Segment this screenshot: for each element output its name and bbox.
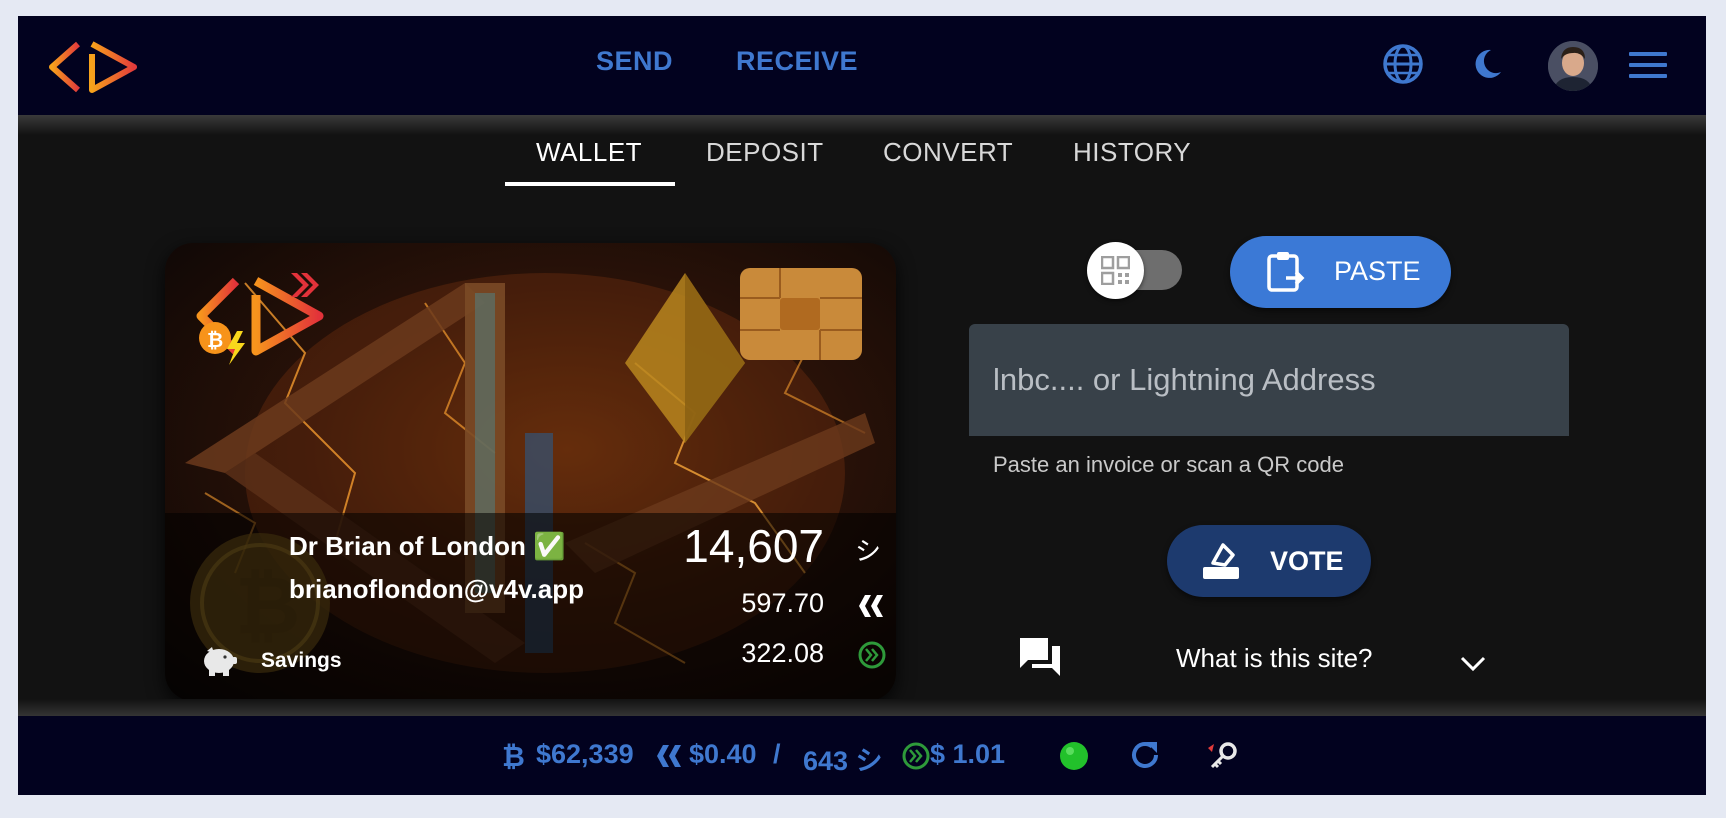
- faq-question[interactable]: What is this site?: [1176, 643, 1373, 674]
- savings-piggy-bank-icon[interactable]: [201, 643, 237, 677]
- forum-icon: [1020, 638, 1060, 676]
- savings-label[interactable]: Savings: [261, 649, 342, 673]
- hive-price-icon: [657, 745, 681, 767]
- app-bar: SEND RECEIVE: [18, 16, 1706, 115]
- status-indicator-icon: [1060, 742, 1088, 770]
- hive-keychain-icon[interactable]: [1206, 742, 1238, 770]
- hbd-price-icon: [902, 742, 930, 770]
- receive-nav-link[interactable]: RECEIVE: [736, 46, 858, 77]
- v4v-logo-icon[interactable]: [46, 38, 140, 96]
- send-nav-link[interactable]: SEND: [596, 46, 673, 77]
- qr-scan-toggle[interactable]: [1087, 242, 1144, 299]
- vote-button[interactable]: VOTE: [1167, 525, 1371, 597]
- card-logo-icon: ₿: [196, 273, 324, 365]
- sats-balance: 14,607: [683, 520, 824, 572]
- qr-code-icon: [1101, 256, 1130, 285]
- hbd-balance: 322.08: [741, 638, 824, 668]
- tabs-shadow: [18, 115, 1706, 135]
- paste-button-label: PASTE: [1334, 256, 1421, 286]
- menu-icon[interactable]: [1629, 51, 1667, 79]
- invoice-helper-text: Paste an invoice or scan a QR code: [993, 452, 1344, 477]
- chevron-down-icon[interactable]: [1460, 656, 1486, 672]
- avatar[interactable]: [1548, 41, 1598, 91]
- vote-button-label: VOTE: [1270, 546, 1344, 576]
- hive-price-sats: 643 シ: [803, 746, 883, 776]
- invoice-input-container[interactable]: [969, 324, 1569, 436]
- active-tab-indicator: [505, 182, 675, 186]
- wallet-card[interactable]: ₿ ₿ Dr Brian of Lon: [165, 243, 896, 701]
- ballot-icon: [1203, 543, 1239, 579]
- svg-text:₿: ₿: [502, 740, 525, 770]
- lightning-address: brianoflondon@v4v.app: [289, 574, 584, 604]
- tab-convert[interactable]: CONVERT: [883, 137, 1013, 168]
- svg-text:₿: ₿: [207, 328, 223, 352]
- hive-icon: [859, 595, 883, 617]
- content-paste-icon: [1267, 252, 1305, 292]
- refresh-icon[interactable]: [1128, 738, 1162, 772]
- hive-price: $0.40: [689, 739, 757, 769]
- invoice-input[interactable]: [969, 324, 1569, 436]
- bitcoin-icon: ₿: [502, 740, 525, 770]
- app-frame: SEND RECEIVE WALLET DEPOSIT CONVERT HIST…: [18, 16, 1706, 795]
- dark-mode-icon[interactable]: [1471, 48, 1503, 80]
- tab-history[interactable]: HISTORY: [1073, 137, 1191, 168]
- btc-price: $62,339: [536, 739, 634, 769]
- hbd-icon: [858, 641, 886, 669]
- sats-symbol: シ: [855, 536, 882, 566]
- hbd-price: $ 1.01: [930, 739, 1006, 769]
- language-icon[interactable]: [1382, 43, 1424, 85]
- price-separator: /: [773, 739, 781, 769]
- hive-balance: 597.70: [741, 588, 824, 618]
- tab-deposit[interactable]: DEPOSIT: [706, 137, 824, 168]
- account-display-name: Dr Brian of London ✅: [289, 531, 566, 561]
- tab-wallet[interactable]: WALLET: [536, 137, 642, 168]
- paste-button[interactable]: PASTE: [1230, 236, 1451, 308]
